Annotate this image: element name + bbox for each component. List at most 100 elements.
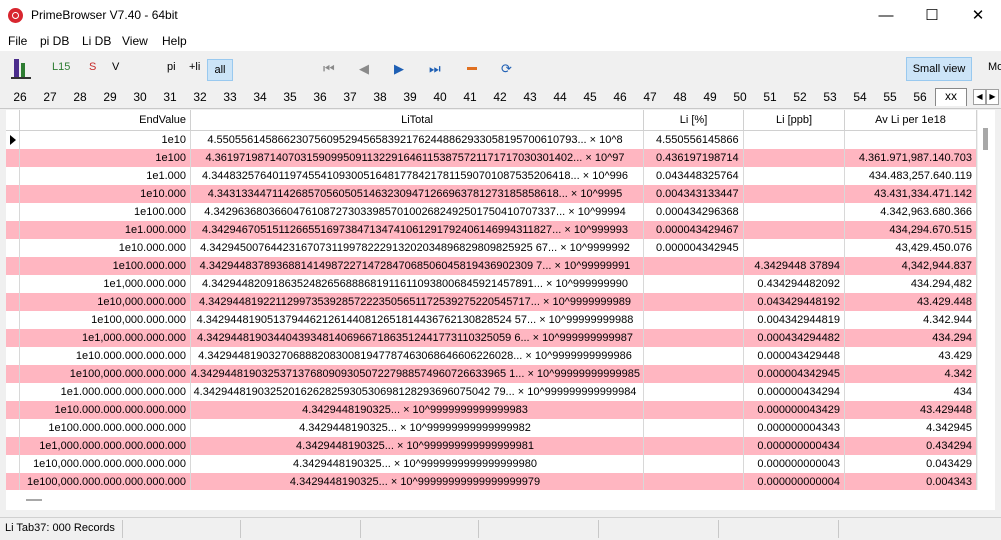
- row-indicator[interactable]: [6, 221, 20, 239]
- row-indicator[interactable]: [6, 131, 20, 149]
- cell-av-li[interactable]: 0.043429: [845, 455, 977, 473]
- cell-av-li[interactable]: 43.429.448: [845, 293, 977, 311]
- cell-litotal[interactable]: 4.34294481922112997353928572223505651172…: [191, 293, 644, 311]
- table-row[interactable]: 1e1,000.000.000 4.34294482091863524826568…: [6, 275, 977, 293]
- cell-litotal[interactable]: 4.34294482091863524826568886819116110938…: [191, 275, 644, 293]
- row-indicator[interactable]: [6, 275, 20, 293]
- tab-55[interactable]: 55: [875, 90, 905, 104]
- cell-litotal[interactable]: 4.34294483789368814149872271472847068506…: [191, 257, 644, 275]
- vertical-scrollbar[interactable]: [978, 110, 995, 490]
- V-button[interactable]: V: [112, 61, 119, 73]
- row-indicator[interactable]: [6, 329, 20, 347]
- cell-litotal[interactable]: 4.34294481905137944621261440812651814436…: [191, 311, 644, 329]
- cell-av-li[interactable]: 0.004343: [845, 473, 977, 490]
- tab-39[interactable]: 39: [395, 90, 425, 104]
- minimize-button[interactable]: —: [863, 0, 909, 31]
- table-row[interactable]: 1e1.000 4.3448325764011974554109300516481…: [6, 167, 977, 185]
- cell-li-percent[interactable]: [644, 383, 744, 401]
- cell-litotal[interactable]: 4.3429448190325... × 10^9999999999999999…: [191, 437, 644, 455]
- tab-43[interactable]: 43: [515, 90, 545, 104]
- cell-li-percent[interactable]: 0.436197198714: [644, 149, 744, 167]
- row-indicator[interactable]: [6, 365, 20, 383]
- table-row[interactable]: 1e1.000.000.000.000.000 4.342944819032520…: [6, 383, 977, 401]
- cell-litotal[interactable]: 4.55055614586623075609529456583921762448…: [191, 131, 644, 149]
- tab-34[interactable]: 34: [245, 90, 275, 104]
- cell-litotal[interactable]: 4.36197198714070315909950911322916461153…: [191, 149, 644, 167]
- cell-li-ppb[interactable]: 0.000000434294: [744, 383, 845, 401]
- cell-litotal[interactable]: 4.3429448190325... × 10^9999999999999999…: [191, 455, 644, 473]
- cell-li-ppb[interactable]: [744, 185, 845, 203]
- menu-file[interactable]: File: [8, 34, 27, 48]
- tab-48[interactable]: 48: [665, 90, 695, 104]
- vertical-scroll-thumb[interactable]: [983, 128, 988, 150]
- tab-47[interactable]: 47: [635, 90, 665, 104]
- cell-litotal[interactable]: 4.34294481903253713768090930507227988574…: [191, 365, 644, 383]
- cell-av-li[interactable]: 4.342,963.680.366: [845, 203, 977, 221]
- row-indicator[interactable]: [6, 437, 20, 455]
- cell-litotal[interactable]: 4.34296368036604761087273033985701002682…: [191, 203, 644, 221]
- cell-li-ppb[interactable]: [744, 131, 845, 149]
- tab-35[interactable]: 35: [275, 90, 305, 104]
- cell-litotal[interactable]: 4.34294500764423167073119978222913202034…: [191, 239, 644, 257]
- cell-endvalue[interactable]: 1e100,000.000.000.000: [20, 365, 191, 383]
- tab-53[interactable]: 53: [815, 90, 845, 104]
- cell-li-percent[interactable]: [644, 257, 744, 275]
- cell-li-percent[interactable]: [644, 311, 744, 329]
- cell-li-percent[interactable]: 0.000043429467: [644, 221, 744, 239]
- cell-li-ppb[interactable]: 0.000000043429: [744, 401, 845, 419]
- menu-li-db[interactable]: Li DB: [82, 34, 111, 48]
- table-row[interactable]: 1e10,000.000.000 4.3429448192211299735392…: [6, 293, 977, 311]
- cell-av-li[interactable]: 4.361.971,987.140.703: [845, 149, 977, 167]
- cell-li-ppb[interactable]: 0.000000000004: [744, 473, 845, 490]
- cell-av-li[interactable]: 4.342945: [845, 419, 977, 437]
- cell-li-percent[interactable]: [644, 473, 744, 490]
- cell-endvalue[interactable]: 1e10.000.000.000.000.000: [20, 401, 191, 419]
- tab-scroll-left-icon[interactable]: ◀: [973, 89, 986, 105]
- tab-33[interactable]: 33: [215, 90, 245, 104]
- cell-endvalue[interactable]: 1e100.000.000.000.000.000: [20, 419, 191, 437]
- tab-52[interactable]: 52: [785, 90, 815, 104]
- cell-litotal[interactable]: 4.34483257640119745541093005164817784217…: [191, 167, 644, 185]
- first-record-icon[interactable]: ⏮: [323, 61, 335, 77]
- column-header-endvalue[interactable]: EndValue: [20, 110, 191, 130]
- cell-li-percent[interactable]: 4.550556145866: [644, 131, 744, 149]
- cell-av-li[interactable]: 4,342,944.837: [845, 257, 977, 275]
- tab-37[interactable]: 37: [335, 90, 365, 104]
- tab-56[interactable]: 56: [905, 90, 935, 104]
- last-record-icon[interactable]: ⏭: [429, 61, 441, 77]
- all-button[interactable]: all: [207, 59, 233, 81]
- table-row[interactable]: 1e100,000.000.000 4.342944819051379446212…: [6, 311, 977, 329]
- small-view-button[interactable]: Small view: [906, 57, 972, 81]
- column-header-av-li[interactable]: Av Li per 1e18: [845, 110, 977, 130]
- more-button[interactable]: Mo: [988, 61, 1001, 73]
- cell-endvalue[interactable]: 1e10: [20, 131, 191, 149]
- tab-49[interactable]: 49: [695, 90, 725, 104]
- cell-li-ppb[interactable]: [744, 167, 845, 185]
- cell-li-ppb[interactable]: [744, 221, 845, 239]
- cell-litotal[interactable]: 4.3429448190325... × 10^9999999999999983: [191, 401, 644, 419]
- refresh-icon[interactable]: ⟳: [501, 61, 512, 77]
- cell-endvalue[interactable]: 1e1.000.000: [20, 221, 191, 239]
- cell-endvalue[interactable]: 1e1,000.000.000.000: [20, 329, 191, 347]
- row-indicator[interactable]: [6, 185, 20, 203]
- table-row[interactable]: 1e10.000.000 4.34294500764423167073119978…: [6, 239, 977, 257]
- row-indicator[interactable]: [6, 293, 20, 311]
- cell-endvalue[interactable]: 1e10,000.000.000.000.000.000: [20, 455, 191, 473]
- cell-endvalue[interactable]: 1e100,000.000.000.000.000.000: [20, 473, 191, 490]
- tab-44[interactable]: 44: [545, 90, 575, 104]
- cell-li-ppb[interactable]: 0.043429448192: [744, 293, 845, 311]
- cell-endvalue[interactable]: 1e10.000.000.000.000: [20, 347, 191, 365]
- row-indicator[interactable]: [6, 239, 20, 257]
- cell-av-li[interactable]: 434.294,482: [845, 275, 977, 293]
- tab-54[interactable]: 54: [845, 90, 875, 104]
- horizontal-scroll-thumb[interactable]: [26, 499, 42, 501]
- cell-av-li[interactable]: 43.429: [845, 347, 977, 365]
- table-row[interactable]: 1e100,000.000.000.000 4.34294481903253713…: [6, 365, 977, 383]
- tab-26[interactable]: 26: [5, 90, 35, 104]
- cell-litotal[interactable]: 4.34313344711426857056050514632309471266…: [191, 185, 644, 203]
- cell-li-percent[interactable]: 0.043448325764: [644, 167, 744, 185]
- cell-av-li[interactable]: 4.342.944: [845, 311, 977, 329]
- cell-li-ppb[interactable]: 0.434294482092: [744, 275, 845, 293]
- column-header-li-percent[interactable]: Li [%]: [644, 110, 744, 130]
- table-row[interactable]: 1e10,000.000.000.000.000.000 4.3429448190…: [6, 455, 977, 473]
